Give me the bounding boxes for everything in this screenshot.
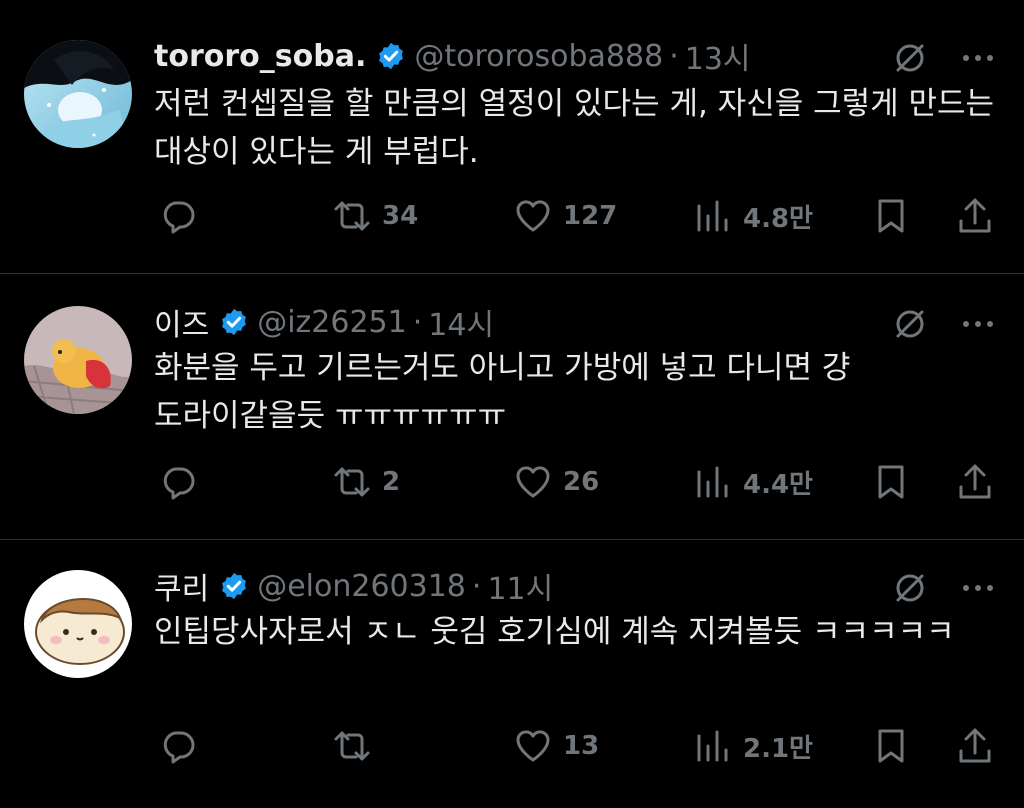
bookmark-icon xyxy=(878,199,904,233)
retweet-button[interactable] xyxy=(332,724,382,768)
reply-icon xyxy=(163,201,195,234)
bookmark-icon xyxy=(878,729,904,763)
bookmark-button[interactable] xyxy=(871,724,911,768)
view-count: 4.4만 xyxy=(743,469,813,500)
tweet-header: tororo_soba. @tororosoba888 · 13시 xyxy=(154,34,751,78)
retweet-count: 34 xyxy=(382,201,419,231)
retweet-button[interactable]: 34 xyxy=(332,194,418,238)
verified-badge-icon xyxy=(219,307,249,337)
tweet-text: 화분을 두고 기르는거도 아니고 가방에 넣고 다니면 걍 도라이같을듯 ㅠㅠㅠ… xyxy=(154,350,851,434)
separator-dot: · xyxy=(471,568,482,604)
share-icon xyxy=(959,464,991,499)
share-icon xyxy=(959,728,991,763)
action-bar: 2 26 4.4만 xyxy=(0,460,1024,504)
view-count: 4.8만 xyxy=(743,203,813,234)
heart-icon xyxy=(516,466,550,498)
timestamp[interactable]: 13시 xyxy=(685,34,751,78)
like-button[interactable]: 13 xyxy=(513,724,599,768)
reply-icon xyxy=(163,467,195,500)
grok-icon[interactable] xyxy=(890,304,930,344)
reply-button[interactable] xyxy=(158,460,198,504)
verified-badge-icon xyxy=(376,41,406,71)
share-button[interactable] xyxy=(955,724,995,768)
bookmark-button[interactable] xyxy=(871,194,911,238)
like-button[interactable]: 26 xyxy=(513,460,599,504)
like-count: 26 xyxy=(563,467,600,497)
avatar[interactable] xyxy=(24,306,132,414)
like-button[interactable]: 127 xyxy=(513,194,617,238)
like-count: 13 xyxy=(563,731,600,761)
display-name[interactable]: 쿠리 xyxy=(154,564,209,608)
like-count: 127 xyxy=(563,201,618,231)
retweet-icon xyxy=(334,731,370,761)
tweet-text: 인팁당사자로서 ㅈㄴ 웃김 호기심에 계속 지켜볼듯 ㅋㅋㅋㅋㅋ xyxy=(154,614,955,650)
tweet-text: 저런 컨셉질을 할 만큼의 열정이 있다는 게, 자신을 그렇게 만드는 대상이… xyxy=(154,86,995,170)
bookmark-icon xyxy=(878,465,904,499)
views-chart-icon xyxy=(697,730,728,762)
views-chart-icon xyxy=(697,200,728,232)
reply-button[interactable] xyxy=(158,194,198,238)
retweet-icon xyxy=(334,467,370,497)
view-count: 2.1만 xyxy=(743,733,813,764)
action-bar: 13 2.1만 xyxy=(0,724,1024,768)
grok-icon[interactable] xyxy=(890,38,930,78)
tweet-header: 쿠리 @elon260318 · 11시 xyxy=(154,564,553,608)
tweet[interactable]: 쿠리 @elon260318 · 11시 인팁당사자로서 ㅈㄴ 웃김 호기심에 … xyxy=(0,540,1024,808)
retweet-icon xyxy=(334,201,370,231)
user-handle[interactable]: @iz26251 xyxy=(257,305,407,340)
heart-icon xyxy=(516,730,550,762)
display-name[interactable]: 이즈 xyxy=(154,300,209,344)
avatar[interactable] xyxy=(24,570,132,678)
avatar[interactable] xyxy=(24,40,132,148)
timestamp[interactable]: 11시 xyxy=(487,564,553,608)
more-icon[interactable] xyxy=(958,568,998,612)
tweet[interactable]: 이즈 @iz26251 · 14시 화분을 두고 기르는거도 아니고 가방에 넣… xyxy=(0,274,1024,540)
more-icon[interactable] xyxy=(958,304,998,348)
reply-button[interactable] xyxy=(158,724,198,768)
retweet-button[interactable]: 2 xyxy=(332,460,400,504)
retweet-count: 2 xyxy=(382,467,401,497)
verified-badge-icon xyxy=(219,571,249,601)
views-button[interactable]: 4.4만 xyxy=(693,460,813,504)
share-button[interactable] xyxy=(955,460,995,504)
reply-icon xyxy=(163,731,195,764)
heart-icon xyxy=(516,200,550,232)
more-icon[interactable] xyxy=(958,38,998,82)
timestamp[interactable]: 14시 xyxy=(428,300,494,344)
views-chart-icon xyxy=(697,466,728,498)
separator-dot: · xyxy=(412,304,423,340)
views-button[interactable]: 2.1만 xyxy=(693,724,813,768)
display-name[interactable]: tororo_soba. xyxy=(154,39,366,74)
user-handle[interactable]: @tororosoba888 xyxy=(414,39,663,74)
bookmark-button[interactable] xyxy=(871,460,911,504)
user-handle[interactable]: @elon260318 xyxy=(257,569,466,604)
grok-icon[interactable] xyxy=(890,568,930,608)
views-button[interactable]: 4.8만 xyxy=(693,194,813,238)
tweet[interactable]: tororo_soba. @tororosoba888 · 13시 저런 컨셉질… xyxy=(0,0,1024,274)
share-icon xyxy=(959,198,991,233)
reply-feed: tororo_soba. @tororosoba888 · 13시 저런 컨셉질… xyxy=(0,0,1024,808)
separator-dot: · xyxy=(669,38,679,74)
tweet-header: 이즈 @iz26251 · 14시 xyxy=(154,300,494,344)
action-bar: 34 127 4.8만 xyxy=(0,194,1024,238)
share-button[interactable] xyxy=(955,194,995,238)
